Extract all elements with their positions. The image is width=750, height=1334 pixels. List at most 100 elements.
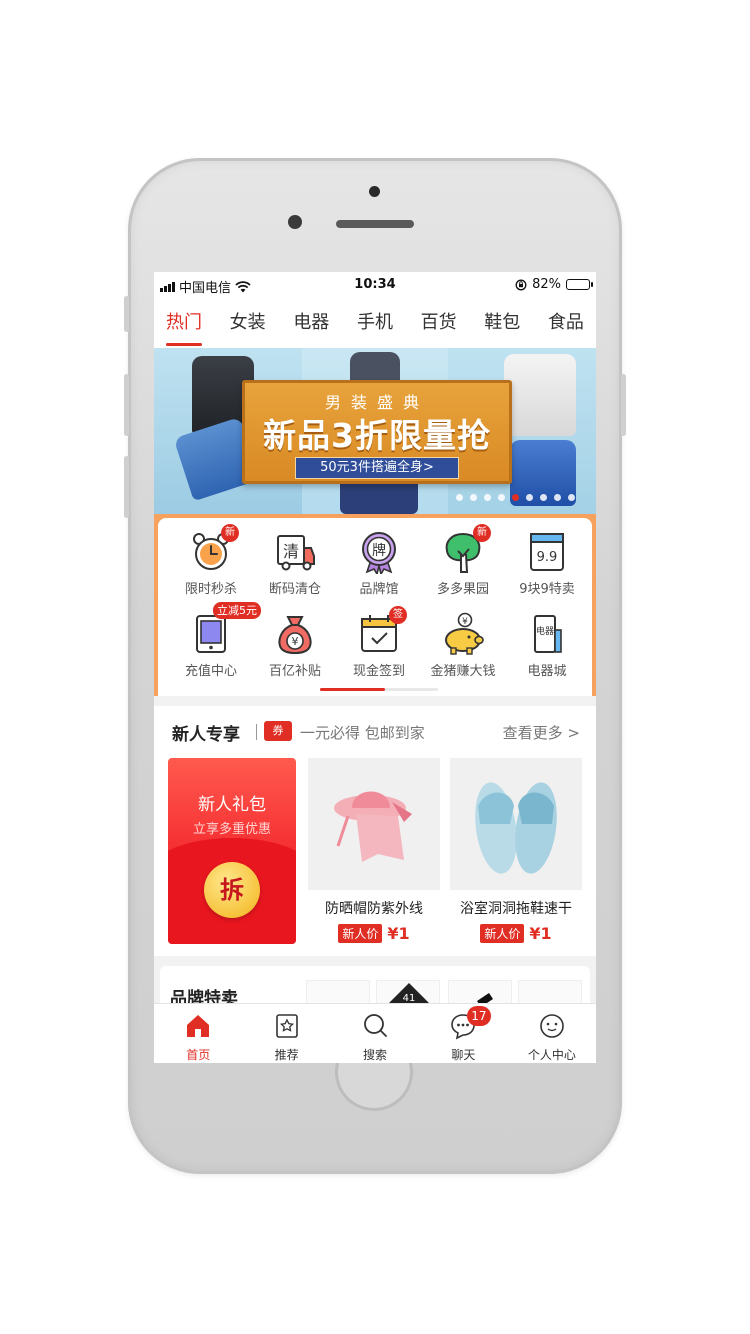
banner-headline: 新品3折限量抢 — [263, 416, 491, 455]
appliance-glyph: 电器 — [536, 625, 554, 637]
profile-icon — [540, 1014, 564, 1038]
tab-chat[interactable]: 17 聊天 — [419, 1004, 507, 1063]
jacket-image — [504, 354, 576, 436]
grid-label: 9块9特卖 — [519, 582, 575, 597]
view-more-link[interactable]: 查看更多 > — [503, 722, 580, 743]
new-user-header: 新人专享 券 一元必得 包邮到家 查看更多 > — [154, 706, 596, 756]
coupon-ticket-icon: 券 — [264, 721, 292, 741]
banner-dot[interactable] — [526, 494, 533, 501]
volume-up-button — [124, 374, 129, 436]
quick-grid-frame: 新 限时秒杀 清 断码清仓 牌 品牌馆 新 多多果园 9.9 9块9特卖 立减5… — [154, 514, 596, 696]
banner-sign: 男装盛典 新品3折限量抢 50元3件搭遍全身> — [242, 380, 512, 484]
grid-label: 品牌馆 — [359, 582, 399, 597]
banner-pagination — [456, 494, 575, 501]
piggy-bank-icon: ¥ — [441, 612, 485, 656]
new-badge: 新 — [473, 524, 491, 542]
grid-item-recharge[interactable]: 立减5元 充值中心 — [168, 602, 261, 679]
product-name: 浴室洞洞拖鞋速干 — [460, 901, 572, 917]
quick-grid: 新 限时秒杀 清 断码清仓 牌 品牌馆 新 多多果园 9.9 9块9特卖 立减5… — [158, 518, 592, 696]
banner-dot[interactable] — [554, 494, 561, 501]
tab-hot[interactable]: 热门 — [166, 298, 202, 348]
grid-label: 百亿补贴 — [268, 664, 321, 679]
battery-icon — [566, 279, 593, 290]
banner-dot[interactable] — [568, 494, 575, 501]
gift-subtitle: 立享多重优惠 — [192, 822, 271, 837]
front-camera — [288, 215, 302, 229]
product-card-slippers[interactable]: 浴室洞洞拖鞋速干 新人价 ¥1 — [450, 758, 582, 944]
recommend-icon — [275, 1014, 298, 1038]
banner-dot[interactable] — [470, 494, 477, 501]
sign-badge: 签 — [389, 606, 407, 624]
banner-dot[interactable] — [456, 494, 463, 501]
promo-banner[interactable]: 男装盛典 新品3折限量抢 50元3件搭遍全身> — [154, 348, 596, 514]
rotation-lock-icon — [515, 279, 527, 290]
section-slogan: 一元必得 包邮到家 — [300, 724, 425, 742]
calendar-99-icon: 9.9 — [525, 530, 569, 574]
grid-label: 限时秒杀 — [184, 582, 237, 597]
product-price: 新人价 ¥1 — [450, 924, 582, 943]
grid-label: 多多果园 — [436, 582, 489, 597]
category-tabs: 热门 女装 电器 手机 百货 鞋包 食品 — [154, 298, 596, 348]
banner-dot[interactable] — [498, 494, 505, 501]
gift-title: 新人礼包 — [198, 795, 266, 815]
grid-item-brand-hall[interactable]: 牌 品牌馆 — [336, 530, 422, 597]
banner-dot[interactable] — [540, 494, 547, 501]
tab-general[interactable]: 百货 — [421, 298, 457, 348]
new-user-gift-card[interactable]: 新人礼包 立享多重优惠 拆 — [168, 758, 296, 944]
grid-item-orchard[interactable]: 新 多多果园 — [420, 524, 506, 597]
banner-dot[interactable] — [484, 494, 491, 501]
grid-item-99-sale[interactable]: 9.9 9块9特卖 — [504, 530, 590, 597]
tab-food[interactable]: 食品 — [548, 298, 584, 348]
tab-recommend[interactable]: 推荐 — [242, 1004, 330, 1063]
earpiece-speaker — [336, 220, 414, 228]
tab-shoes-bags[interactable]: 鞋包 — [484, 298, 520, 348]
grid-item-appliance-city[interactable]: 电器 电器城 — [504, 612, 590, 679]
power-button — [621, 374, 626, 436]
grid-item-subsidy[interactable]: ¥ 百亿补贴 — [252, 612, 338, 679]
clearance-glyph: 清 — [283, 542, 299, 561]
product-image — [450, 758, 582, 890]
tab-phones[interactable]: 手机 — [357, 298, 393, 348]
money-bag-icon: ¥ — [273, 612, 317, 656]
price-glyph: 9.9 — [537, 550, 558, 565]
sun-hat-icon — [334, 791, 412, 862]
product-price: 新人价 ¥1 — [308, 924, 440, 943]
calendar-check-icon: 签 — [357, 606, 407, 656]
grid-label: 充值中心 — [184, 664, 237, 679]
tab-womens[interactable]: 女装 — [230, 298, 266, 348]
tab-label: 首页 — [186, 1048, 211, 1062]
grid-label: 现金签到 — [352, 664, 405, 679]
grid-item-flash-sale[interactable]: 新 限时秒杀 — [168, 524, 254, 597]
mute-switch — [124, 296, 129, 332]
product-image — [308, 758, 440, 890]
brand-medal-icon: 牌 — [357, 530, 401, 577]
search-icon — [364, 1014, 387, 1037]
product-card-sun-hat[interactable]: 防晒帽防紫外线 新人价 ¥1 — [308, 758, 440, 944]
open-gift-button[interactable]: 拆 — [204, 862, 260, 918]
tab-home[interactable]: 首页 — [154, 1004, 242, 1063]
grid-item-golden-pig[interactable]: ¥ 金猪赚大钱 — [420, 612, 506, 679]
grid-item-clearance[interactable]: 清 断码清仓 — [252, 530, 338, 597]
app-screen: 中国电信 10:34 82% 热门 女装 电器 手机 百货 鞋包 食品 男装盛典… — [154, 272, 596, 1063]
grid-item-checkin[interactable]: 签 现金签到 — [336, 606, 422, 679]
battery-percent: 82% — [532, 277, 561, 292]
product-name: 防晒帽防紫外线 — [325, 901, 423, 917]
banner-dot[interactable] — [512, 494, 519, 501]
section-title: 新人专享 — [172, 725, 240, 745]
tab-label: 搜索 — [363, 1048, 388, 1062]
fruit-tree-icon: 新 — [441, 524, 491, 574]
tab-label: 聊天 — [451, 1048, 476, 1062]
banner-promo: 50元3件搭遍全身> — [295, 457, 459, 479]
tab-search[interactable]: 搜索 — [331, 1004, 419, 1063]
grid-label: 电器城 — [527, 664, 567, 679]
grid-label: 金猪赚大钱 — [430, 664, 496, 679]
tab-profile[interactable]: 个人中心 — [508, 1004, 596, 1063]
volume-down-button — [124, 456, 129, 518]
tab-label: 个人中心 — [527, 1048, 576, 1062]
sensor-dot — [369, 186, 380, 197]
tab-appliances[interactable]: 电器 — [293, 298, 329, 348]
unread-badge: 17 — [467, 1006, 491, 1026]
alarm-clock-icon: 新 — [189, 524, 239, 574]
home-icon — [187, 1015, 210, 1037]
tablet-icon: 立减5元 — [189, 602, 261, 656]
